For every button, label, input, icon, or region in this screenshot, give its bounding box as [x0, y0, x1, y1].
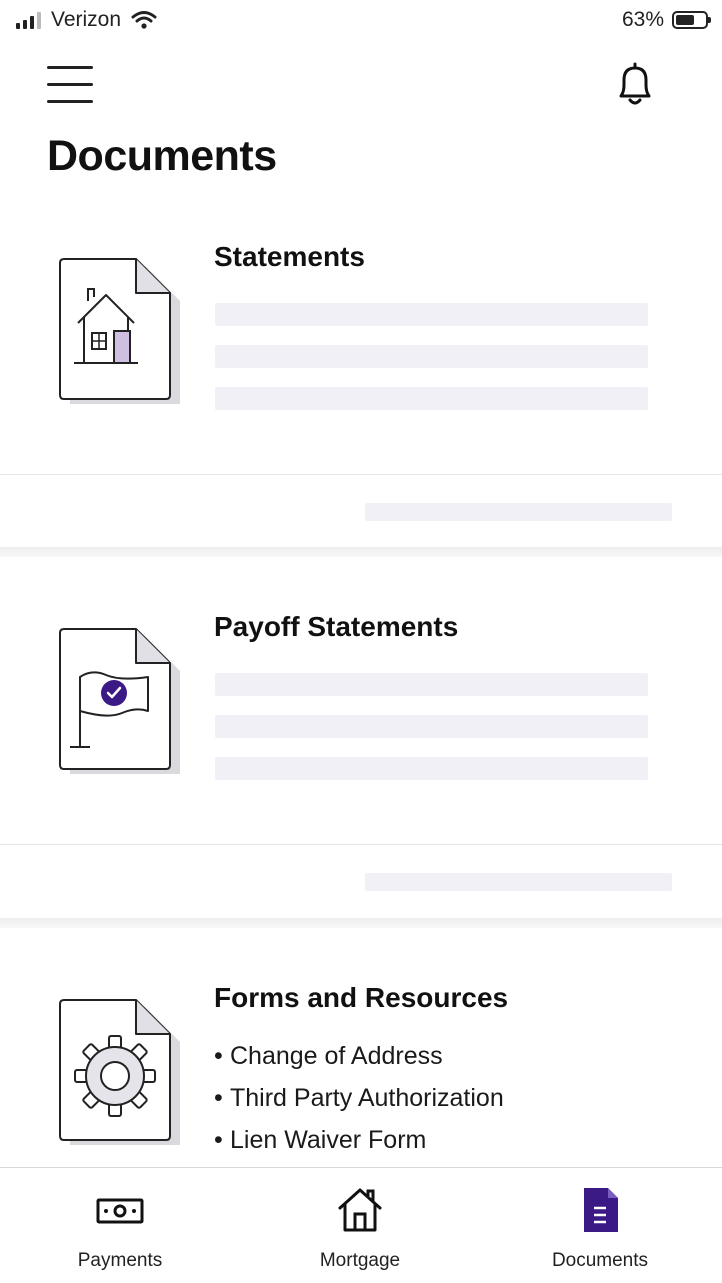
battery-level-fill	[676, 15, 694, 25]
carrier-info: Verizon	[16, 8, 157, 32]
form-link-label: Lien Waiver Form	[230, 1126, 427, 1154]
nav-label: Payments	[77, 1250, 163, 1271]
card-divider	[0, 474, 722, 475]
document-icon	[584, 1188, 618, 1232]
card-separator	[0, 918, 722, 928]
form-link-third-party-authorization[interactable]: • Third Party Authorization	[214, 1080, 504, 1122]
hamburger-menu-icon[interactable]	[47, 66, 93, 106]
form-link-label: Third Party Authorization	[230, 1084, 504, 1112]
payoff-statements-title: Payoff Statements	[214, 611, 459, 642]
nav-label: Mortgage	[319, 1250, 401, 1271]
page-title: Documents	[47, 132, 277, 180]
house-document-icon	[59, 258, 180, 404]
signal-bars-icon	[16, 11, 41, 29]
payoff-statements-card[interactable]: Payoff Statements	[0, 557, 722, 918]
battery-percent: 63%	[621, 8, 664, 31]
form-link-lien-waiver-form[interactable]: • Lien Waiver Form	[214, 1122, 504, 1164]
skeleton-line	[365, 503, 672, 521]
form-link-label: Change of Address	[230, 1042, 443, 1070]
flag-check-document-icon	[59, 628, 180, 774]
forms-list: • Change of Address • Third Party Authoriz…	[214, 1038, 504, 1164]
skeleton-line	[215, 303, 648, 326]
nav-item-documents[interactable]: Documents	[500, 1168, 700, 1283]
skeleton-line	[215, 757, 648, 780]
card-separator	[0, 547, 722, 557]
forms-and-resources-title: Forms and Resources	[214, 982, 509, 1013]
statements-title: Statements	[214, 241, 365, 272]
statements-card[interactable]: Statements	[0, 215, 722, 548]
battery-status: 63%	[621, 8, 711, 32]
nav-item-payments[interactable]: Payments	[20, 1168, 220, 1283]
battery-icon	[672, 11, 711, 29]
carrier-name: Verizon	[51, 8, 122, 31]
card-divider	[0, 844, 722, 845]
status-bar: Verizon 63%	[0, 0, 722, 42]
skeleton-line	[215, 673, 648, 696]
skeleton-line	[215, 345, 648, 368]
money-bill-icon	[96, 1198, 144, 1224]
skeleton-line	[365, 873, 672, 891]
house-icon	[338, 1188, 382, 1232]
form-link-change-of-address[interactable]: • Change of Address	[214, 1038, 504, 1080]
nav-item-mortgage[interactable]: Mortgage	[260, 1168, 460, 1283]
nav-label: Documents	[551, 1250, 649, 1271]
skeleton-line	[215, 715, 648, 738]
gear-document-icon	[59, 999, 180, 1145]
bottom-nav: Payments Mortgage Documents	[0, 1167, 722, 1283]
skeleton-line	[215, 387, 648, 410]
wifi-icon	[131, 11, 157, 29]
bell-icon[interactable]	[612, 60, 658, 110]
